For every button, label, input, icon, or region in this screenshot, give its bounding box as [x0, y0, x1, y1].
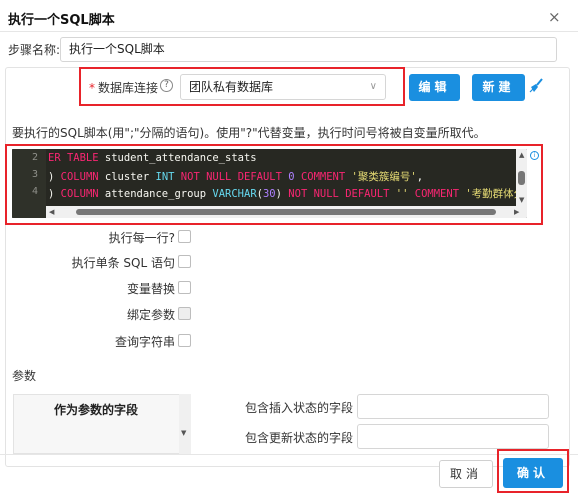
close-icon[interactable]: ×: [548, 9, 561, 25]
quote-strings-label: 查询字符串: [114, 335, 175, 349]
bind-params-label: 绑定参数: [126, 308, 175, 322]
each-row-label: 执行每一行?: [108, 231, 175, 245]
insert-status-label: 包含插入状态的字段: [244, 401, 353, 415]
quote-strings-checkbox[interactable]: [178, 334, 191, 347]
insert-status-input[interactable]: [357, 394, 549, 419]
scroll-down-icon[interactable]: ▼: [181, 429, 186, 437]
edit-connection-button[interactable]: 编辑: [409, 74, 460, 101]
sql-description: 要执行的SQL脚本(用";"分隔的语句)。使用"?"代替变量，执行时问号将被自变…: [12, 126, 486, 140]
cancel-button[interactable]: 取消: [439, 460, 493, 488]
params-section-label: 参数: [12, 369, 37, 383]
variable-substitution-label: 变量替换: [126, 282, 175, 296]
bind-params-checkbox[interactable]: [178, 307, 191, 320]
broom-icon[interactable]: [528, 78, 544, 94]
update-status-label: 包含更新状态的字段: [244, 431, 353, 445]
single-statement-label: 执行单条 SQL 语句: [71, 256, 175, 270]
title-divider: [0, 31, 578, 32]
step-name-input[interactable]: 执行一个SQL脚本: [60, 37, 557, 62]
update-status-input[interactable]: [357, 424, 549, 449]
highlight-sql-editor: [5, 144, 543, 225]
dialog-title: 执行一个SQL脚本: [8, 13, 115, 28]
param-table-scrollbar[interactable]: ▼: [179, 394, 191, 454]
variable-substitution-checkbox[interactable]: [178, 281, 191, 294]
highlight-confirm: [497, 449, 569, 493]
param-fields-header: 作为参数的字段: [53, 403, 138, 417]
highlight-connection: [79, 67, 405, 106]
step-name-label: 步骤名称:: [8, 43, 61, 57]
new-connection-button[interactable]: 新建: [472, 74, 525, 101]
each-row-checkbox[interactable]: [178, 230, 191, 243]
single-statement-checkbox[interactable]: [178, 255, 191, 268]
footer-divider: [0, 454, 578, 455]
